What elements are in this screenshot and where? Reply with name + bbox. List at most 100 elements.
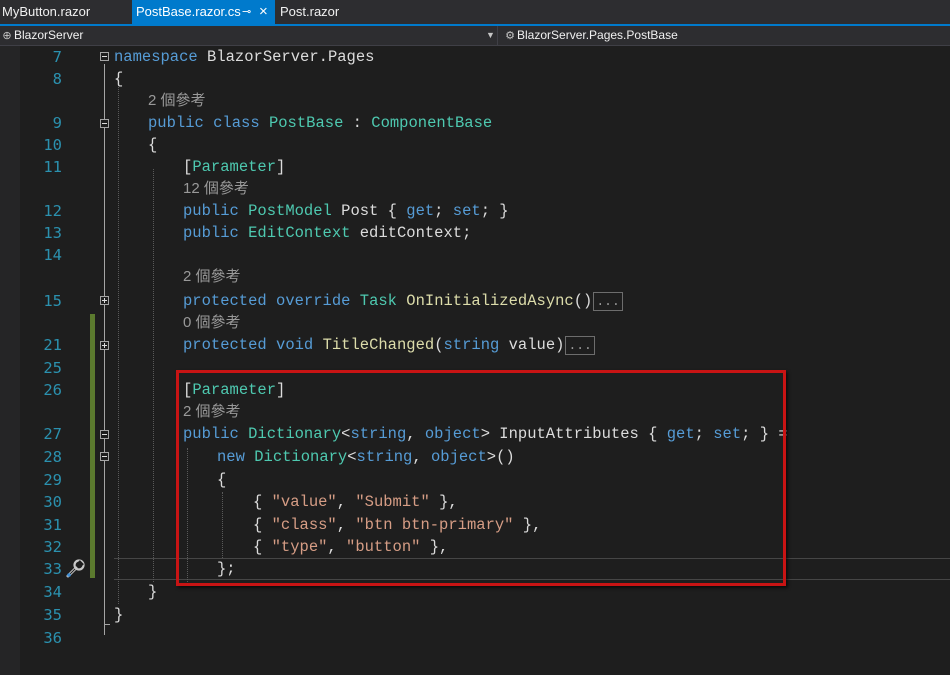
code-editor[interactable]: 7 namespace BlazorServer.Pages 8 { 2 個參考…: [0, 46, 950, 675]
line-number: 32: [43, 538, 62, 556]
code-text: {: [148, 136, 158, 154]
document-tab-strip: MyButton.razor PostBase.razor.cs ⊸ × Pos…: [0, 0, 950, 24]
parameter: value: [499, 336, 556, 354]
references-codelens[interactable]: 2 個參考: [183, 266, 241, 288]
member-name: BlazorServer.Pages.PostBase: [517, 28, 678, 42]
quick-actions-wrench-icon[interactable]: [64, 558, 86, 580]
type-name: ComponentBase: [371, 114, 493, 132]
identifier: editContext;: [350, 224, 472, 242]
punctuation: ; }: [480, 202, 509, 220]
code-line: 36: [0, 627, 950, 649]
line-number: 25: [43, 359, 62, 377]
code-text: {: [114, 70, 124, 88]
tab-label: PostBase.razor.cs: [136, 4, 241, 19]
project-dropdown[interactable]: ⊕ BlazorServer ▼: [0, 26, 496, 45]
code-line: 13 public EditContext editContext;: [0, 222, 950, 244]
namespace-name: BlazorServer.Pages: [197, 48, 375, 66]
code-text: protected void TitleChanged(string value…: [183, 334, 595, 356]
method-name: TitleChanged: [322, 336, 435, 354]
codelens-line: 0 個參考: [0, 312, 950, 334]
class-icon: ⚙: [505, 30, 515, 42]
code-text: }: [148, 583, 158, 601]
keyword: public: [148, 114, 204, 132]
highlight-box: [176, 370, 786, 586]
line-number: 9: [52, 114, 62, 132]
punctuation: ): [555, 336, 565, 354]
code-line: 11 [Parameter]: [0, 156, 950, 178]
punctuation: ;: [434, 202, 453, 220]
method-name: OnInitializedAsync: [406, 292, 574, 310]
close-icon[interactable]: ×: [259, 0, 268, 24]
line-number: 13: [43, 224, 62, 242]
code-line: 9 public class PostBase : ComponentBase: [0, 112, 950, 134]
keyword: string: [443, 336, 500, 354]
code-line: 14: [0, 244, 950, 266]
keyword: public: [183, 224, 239, 242]
code-text: public EditContext editContext;: [183, 222, 471, 244]
tab-post-razor[interactable]: Post.razor: [277, 0, 367, 24]
keyword: set: [452, 202, 481, 220]
code-line: 8 {: [0, 68, 950, 90]
attribute-name: Parameter: [192, 158, 277, 176]
line-number: 12: [43, 202, 62, 220]
keyword: public: [183, 202, 239, 220]
line-number: 8: [52, 70, 62, 88]
line-number: 36: [43, 629, 62, 647]
references-codelens[interactable]: 0 個參考: [183, 312, 241, 334]
code-line: 12 public PostModel Post { get; set; }: [0, 200, 950, 222]
project-name: BlazorServer: [14, 28, 84, 42]
line-number: 14: [43, 246, 62, 264]
line-number: 34: [43, 583, 62, 601]
keyword: override: [276, 292, 351, 310]
line-number: 35: [43, 606, 62, 624]
type-name: Task: [359, 292, 397, 310]
line-number: 26: [43, 381, 62, 399]
member-dropdown[interactable]: ⚙ BlazorServer.Pages.PostBase: [503, 26, 950, 45]
line-number: 7: [52, 48, 62, 66]
line-number: 27: [43, 425, 62, 443]
line-number: 28: [43, 448, 62, 466]
keyword: void: [276, 336, 314, 354]
line-number: 33: [43, 560, 62, 578]
punctuation: (): [573, 292, 593, 310]
line-number: 10: [43, 136, 62, 154]
code-text: public PostModel Post { get; set; }: [183, 200, 509, 222]
code-line: 15 protected override Task OnInitialized…: [0, 290, 950, 312]
references-codelens[interactable]: 12 個參考: [183, 178, 249, 200]
tab-label: Post.razor: [280, 4, 340, 19]
line-number: 30: [43, 493, 62, 511]
nav-divider: [497, 26, 498, 45]
code-text: namespace BlazorServer.Pages: [114, 46, 374, 68]
tab-mybutton-razor[interactable]: MyButton.razor: [0, 0, 130, 24]
line-number: 11: [43, 158, 62, 176]
code-text: [Parameter]: [183, 156, 285, 178]
code-line: 35 }: [0, 604, 950, 626]
codelens-line: 2 個參考: [0, 90, 950, 112]
chevron-down-icon: ▼: [486, 30, 495, 40]
line-number: 29: [43, 471, 62, 489]
codelens-line: 12 個參考: [0, 178, 950, 200]
keyword: get: [406, 202, 435, 220]
line-number: 21: [43, 336, 62, 354]
punctuation: :: [343, 114, 372, 132]
type-name: PostBase: [268, 114, 344, 132]
line-number: 15: [43, 292, 62, 310]
codelens-line: 2 個參考: [0, 266, 950, 288]
line-number: 31: [43, 516, 62, 534]
punctuation: ]: [276, 158, 286, 176]
references-codelens[interactable]: 2 個參考: [148, 90, 206, 112]
code-line: 21 protected void TitleChanged(string va…: [0, 334, 950, 356]
navigation-bar: ⊕ BlazorServer ▼ ⚙ BlazorServer.Pages.Post…: [0, 26, 950, 46]
collapsed-block-ellipsis[interactable]: ...: [565, 336, 595, 355]
pin-icon[interactable]: ⊸: [242, 0, 251, 24]
keyword: protected: [183, 292, 267, 310]
punctuation: [: [183, 158, 193, 176]
punctuation: (: [434, 336, 444, 354]
keyword: namespace: [114, 48, 198, 66]
identifier: Post {: [331, 202, 407, 220]
code-line: 10 {: [0, 134, 950, 156]
keyword: class: [213, 114, 260, 132]
type-name: EditContext: [248, 224, 351, 242]
collapsed-block-ellipsis[interactable]: ...: [593, 292, 623, 311]
tab-postbase-razor-cs[interactable]: PostBase.razor.cs ⊸ ×: [132, 0, 275, 24]
